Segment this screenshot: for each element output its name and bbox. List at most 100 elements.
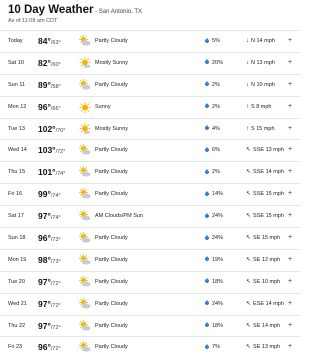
expand-icon[interactable]: + xyxy=(288,162,292,183)
condition-label: AM Clouds/PM Sun xyxy=(95,213,143,220)
high-temp: 97° xyxy=(38,276,51,287)
forecast-row[interactable]: Mon 19 98°/73° Partly Cloudy 19% ↖ SE 12 mph + xyxy=(0,248,300,271)
condition-label: Partly Cloudy xyxy=(95,278,128,285)
day-label: Sat 17 xyxy=(8,213,24,220)
expand-icon[interactable]: + xyxy=(288,119,292,140)
forecast-row[interactable]: Sun 18 96°/73° Partly Cloudy 24% ↖ SE 15 mph + xyxy=(0,227,300,249)
forecast-row[interactable]: Mon 12 96°/66° Sunny 2% ↑ S 8 mph + xyxy=(0,95,300,118)
location-label: - San Antonio, TX xyxy=(93,9,143,15)
condition-label: Partly Cloudy xyxy=(95,191,128,198)
expand-icon[interactable]: + xyxy=(288,337,292,358)
expand-icon[interactable]: + xyxy=(288,294,292,315)
wind-direction-icon: ↓ xyxy=(246,38,249,44)
day-label: Sat 10 xyxy=(8,59,24,66)
partly-cloudy-icon xyxy=(79,337,91,358)
low-temp: /70° xyxy=(55,127,66,134)
forecast-row[interactable]: Sat 10 82°/60° Mostly Sunny 20% ↓ N 13 mph + xyxy=(0,51,300,74)
high-temp: 98° xyxy=(38,254,51,265)
forecast-row[interactable]: Today 84°/63° Partly Cloudy 5% ↓ N 14 mph + xyxy=(0,30,300,52)
wind: ↑ S 8 mph xyxy=(246,97,271,118)
forecast-row[interactable]: Sun 11 89°/58° Partly Cloudy 2% ↓ N 10 mph + xyxy=(0,73,300,96)
raindrop-icon xyxy=(204,59,210,66)
forecast-row[interactable]: Sat 17 97°/74° AM Clouds/PM Sun 24% ↖ SSE 15 … xyxy=(0,205,300,227)
high-temp: 89° xyxy=(38,79,51,90)
condition-label: Partly Cloudy xyxy=(95,256,128,263)
wind-value: N 13 mph xyxy=(251,59,275,66)
low-temp: /72° xyxy=(50,324,61,331)
condition-label: Partly Cloudy xyxy=(95,344,128,351)
raindrop-icon xyxy=(204,344,210,350)
wind-direction-icon: ↖ xyxy=(246,169,252,176)
precip-chance: 2% xyxy=(204,162,220,183)
forecast-row[interactable]: Fri 16 99°/74° Partly Cloudy 14% ↖ SSE 15 mph… xyxy=(0,183,300,205)
wind-direction-icon: ↖ xyxy=(246,235,252,242)
expand-icon[interactable]: + xyxy=(288,184,292,205)
wind-direction-icon: ↖ xyxy=(246,322,252,329)
raindrop-icon xyxy=(204,37,210,44)
expand-icon[interactable]: + xyxy=(288,140,292,161)
precip-chance: 6% xyxy=(204,140,220,161)
wind: ↖ SSE 14 mph xyxy=(246,162,284,183)
expand-icon[interactable]: + xyxy=(288,316,292,337)
raindrop-icon xyxy=(204,234,210,241)
title-text: 10 Day Weather xyxy=(8,4,94,16)
forecast-row[interactable]: Wed 21 97°/72° Partly Cloudy 24% ↖ ESE 14 mph… xyxy=(0,292,300,315)
forecast-row[interactable]: Fri 23 96°/72° Partly Cloudy 7% ↖ SE 13 mph + xyxy=(0,336,300,358)
high-temp: 97° xyxy=(38,320,51,331)
wind: ↖ SE 15 mph xyxy=(246,228,280,249)
expand-icon[interactable]: + xyxy=(288,97,292,118)
page-header: 10 Day Weather - San Antonio, TX As of 1… xyxy=(8,4,298,24)
precip-value: 18% xyxy=(212,278,224,285)
expand-icon[interactable]: + xyxy=(288,53,292,74)
condition-label: Partly Cloudy xyxy=(95,81,128,88)
expand-icon[interactable]: + xyxy=(288,31,292,52)
wind: ↓ N 10 mph xyxy=(246,75,275,96)
precip-chance: 19% xyxy=(204,250,224,271)
wind-direction-icon: ↖ xyxy=(246,213,252,220)
forecast-row[interactable]: Tue 20 97°/72° Partly Cloudy 18% ↖ SE 10 mph + xyxy=(0,270,300,293)
wind-value: ESE 14 mph xyxy=(253,300,284,307)
temperature: 84°/63° xyxy=(38,31,61,54)
expand-icon[interactable]: + xyxy=(288,206,292,227)
precip-chance: 7% xyxy=(204,337,220,358)
raindrop-icon xyxy=(204,147,210,153)
partly-cloudy-icon xyxy=(79,140,91,161)
raindrop-icon xyxy=(204,256,210,263)
precip-chance: 18% xyxy=(204,272,224,293)
wind-value: SE 15 mph xyxy=(253,235,281,242)
precip-value: 24% xyxy=(212,235,224,242)
mostly-sunny-icon xyxy=(79,53,91,74)
condition-label: Partly Cloudy xyxy=(95,235,128,242)
wind: ↖ ESE 14 mph xyxy=(246,294,284,315)
precip-chance: 20% xyxy=(204,53,223,74)
forecast-row[interactable]: Thu 15 101°/74° Partly Cloudy 2% ↖ SSE 14 mph… xyxy=(0,161,300,183)
high-temp: 96° xyxy=(38,233,51,244)
forecast-row[interactable]: Thu 22 97°/72° Partly Cloudy 18% ↖ SE 14 mph + xyxy=(0,314,300,337)
precip-value: 19% xyxy=(212,256,224,263)
expand-icon[interactable]: + xyxy=(288,272,292,293)
day-label: Wed 21 xyxy=(8,300,27,307)
raindrop-icon xyxy=(204,322,210,328)
high-temp: 84° xyxy=(38,36,51,46)
partly-cloudy-icon xyxy=(79,316,91,337)
raindrop-icon xyxy=(204,125,210,131)
condition-label: Partly Cloudy xyxy=(95,147,128,154)
wind-direction-icon: ↓ xyxy=(246,59,249,66)
high-temp: 97° xyxy=(38,298,51,309)
wind-value: SSE 15 mph xyxy=(253,213,284,220)
condition-label: Mostly Sunny xyxy=(95,125,129,132)
precip-chance: 4% xyxy=(204,119,220,140)
low-temp: /60° xyxy=(50,61,61,68)
precip-chance: 18% xyxy=(204,316,223,337)
expand-icon[interactable]: + xyxy=(288,250,292,271)
day-label: Sun 18 xyxy=(8,235,26,242)
wind-value: SSE 13 mph xyxy=(253,147,284,154)
expand-icon[interactable]: + xyxy=(288,228,292,249)
day-label: Today xyxy=(8,38,23,44)
high-temp: 103° xyxy=(38,145,56,156)
forecast-row[interactable]: Wed 14 103°/72° Partly Cloudy 6% ↖ SSE 13 mph… xyxy=(0,139,300,161)
expand-icon[interactable]: + xyxy=(288,75,292,96)
temperature: 96°/73° xyxy=(38,228,61,251)
forecast-row[interactable]: Tue 13 102°/70° Mostly Sunny 4% ↑ S 15 mph + xyxy=(0,117,300,140)
low-temp: /63° xyxy=(50,40,61,46)
